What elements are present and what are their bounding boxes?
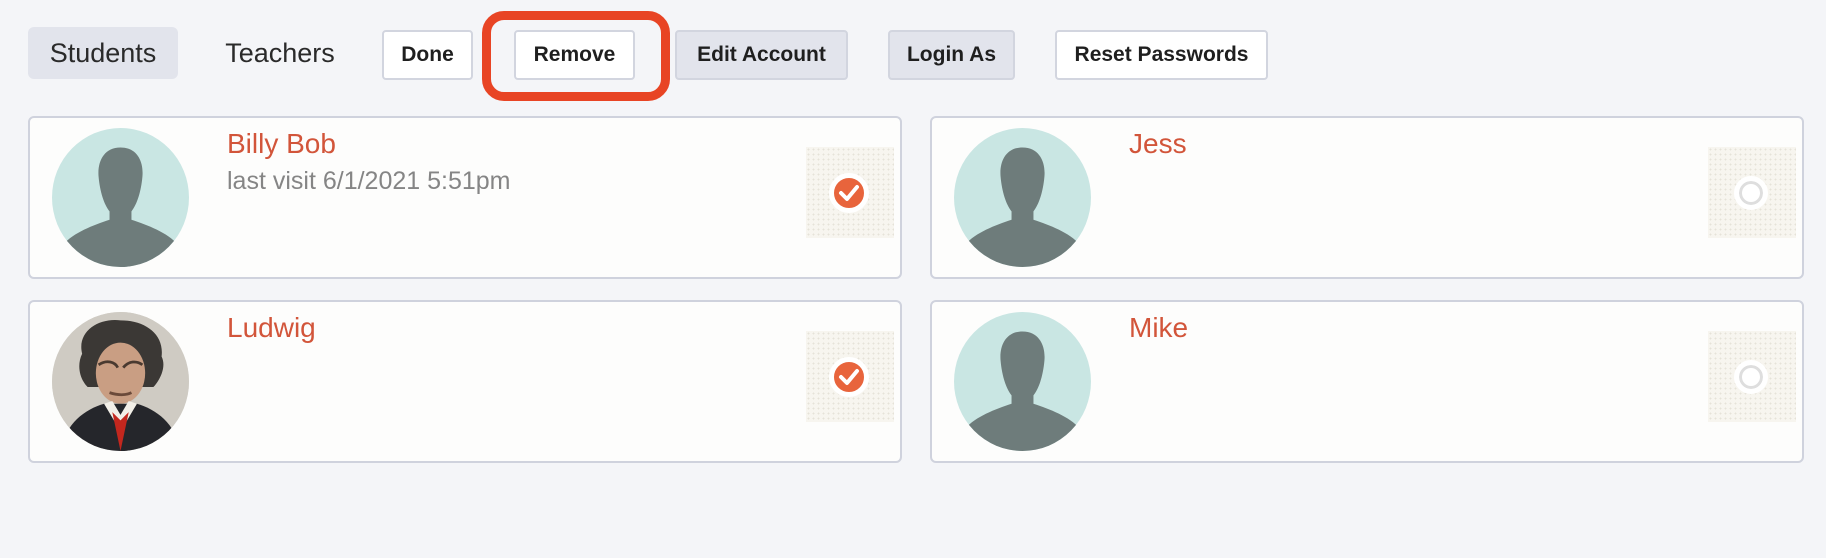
student-card[interactable]: Ludwig <box>28 300 902 463</box>
student-name[interactable]: Mike <box>1129 312 1188 344</box>
checkmark-icon <box>829 357 869 397</box>
unchecked-circle-icon <box>1734 176 1768 210</box>
tab-students[interactable]: Students <box>28 27 178 79</box>
checkmark-icon <box>829 173 869 213</box>
silhouette-icon <box>954 128 1091 267</box>
silhouette-icon <box>52 128 189 267</box>
toolbar: Students Teachers Done Remove Edit Accou… <box>0 0 1826 110</box>
select-checkbox[interactable] <box>806 331 894 422</box>
student-name[interactable]: Ludwig <box>227 312 316 344</box>
unchecked-circle-icon <box>1734 360 1768 394</box>
login-as-button[interactable]: Login As <box>888 30 1015 80</box>
select-checkbox[interactable] <box>806 147 894 238</box>
student-name[interactable]: Billy Bob <box>227 128 336 160</box>
edit-account-button[interactable]: Edit Account <box>675 30 848 80</box>
select-checkbox[interactable] <box>1708 147 1796 238</box>
silhouette-icon <box>954 312 1091 451</box>
student-name[interactable]: Jess <box>1129 128 1187 160</box>
student-card[interactable]: Billy Bob last visit 6/1/2021 5:51pm <box>28 116 902 279</box>
reset-passwords-button[interactable]: Reset Passwords <box>1055 30 1268 80</box>
student-card[interactable]: Jess <box>930 116 1804 279</box>
highlight-annotation <box>482 11 670 101</box>
done-button[interactable]: Done <box>382 30 473 80</box>
select-checkbox[interactable] <box>1708 331 1796 422</box>
tab-teachers[interactable]: Teachers <box>205 27 355 79</box>
portrait-photo <box>52 312 189 451</box>
last-visit-text: last visit 6/1/2021 5:51pm <box>227 167 511 195</box>
student-card[interactable]: Mike <box>930 300 1804 463</box>
